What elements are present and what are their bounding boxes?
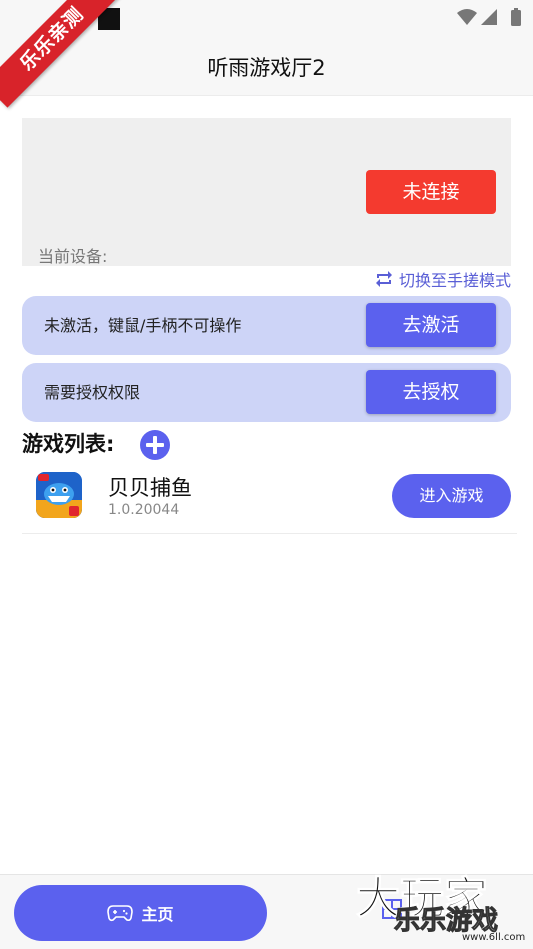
game-version: 1.0.20044: [108, 502, 180, 518]
switch-mode-link[interactable]: 切换至手搓模式: [374, 268, 511, 290]
signal-icon: [481, 9, 497, 25]
game-list-item: 贝贝捕鱼 1.0.20044 进入游戏: [22, 462, 517, 534]
nav-home-button[interactable]: 主页: [14, 885, 267, 941]
game-app-icon: [36, 472, 82, 518]
current-device-label: 当前设备:: [38, 247, 108, 266]
page-title: 听雨游戏厅2: [207, 56, 326, 80]
switch-mode-label: 切换至手搓模式: [398, 271, 511, 290]
nav-settings-icon[interactable]: [380, 897, 404, 921]
connect-status-button[interactable]: 未连接: [366, 170, 496, 214]
system-status-icons: [457, 8, 521, 26]
battery-icon: [511, 10, 521, 26]
add-game-button[interactable]: [140, 430, 170, 460]
activation-status-text: 未激活，键鼠/手柄不可操作: [44, 316, 242, 335]
wifi-icon: [457, 9, 477, 25]
authorization-card: 需要授权权限 去授权: [22, 363, 511, 422]
activation-card: 未激活，键鼠/手柄不可操作 去激活: [22, 296, 511, 355]
activate-button[interactable]: 去激活: [366, 303, 496, 347]
swap-icon: [375, 271, 392, 287]
nav-home-label: 主页: [141, 905, 174, 924]
bottom-navigation: 主页: [0, 874, 533, 949]
game-list-title: 游戏列表:: [22, 432, 115, 456]
authorization-status-text: 需要授权权限: [44, 383, 141, 402]
gamepad-icon: [107, 905, 134, 922]
enter-game-button[interactable]: 进入游戏: [392, 474, 511, 518]
game-name: 贝贝捕鱼: [108, 476, 192, 500]
authorize-button[interactable]: 去授权: [366, 370, 496, 414]
title-bar: 听雨游戏厅2: [0, 36, 533, 96]
